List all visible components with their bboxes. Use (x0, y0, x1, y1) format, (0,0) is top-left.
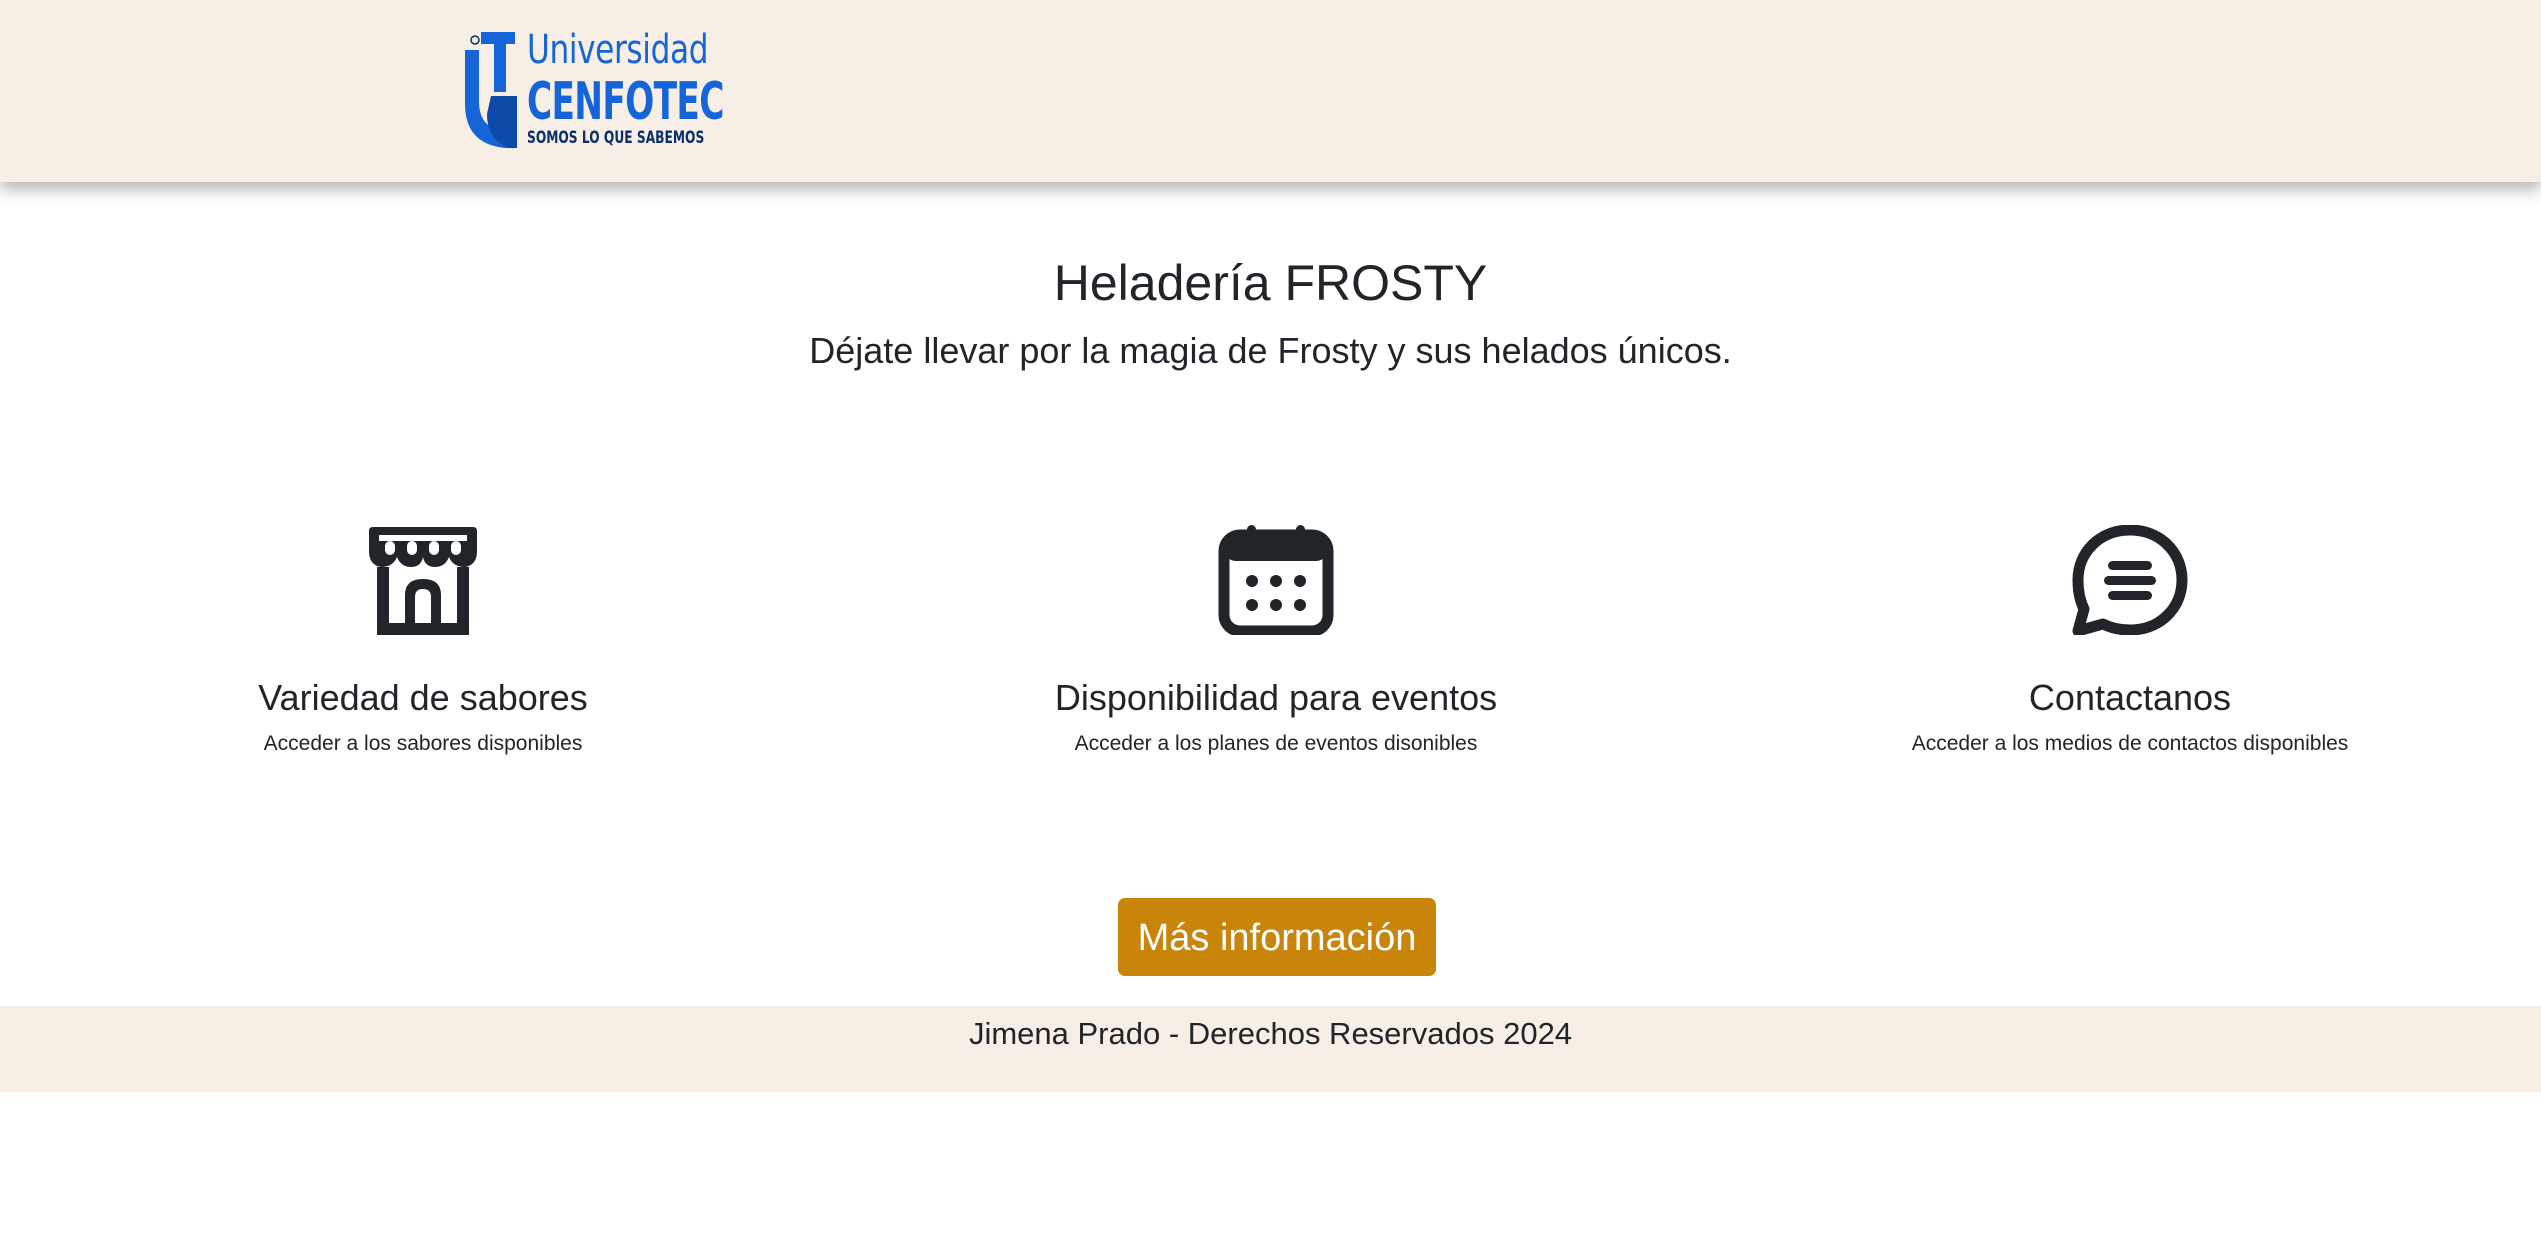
site-header: Universidad CENFOTEC SOMOS LO QUE SABEMO… (0, 0, 2541, 182)
page-title: Heladería FROSTY (1053, 255, 1488, 311)
logo-tagline-text: SOMOS LO QUE SABEMOS (527, 128, 705, 148)
footer-copyright: Jimena Prado - Derechos Reservados 2024 (968, 1016, 1573, 1051)
feature-events-description: Acceder a los planes de eventos disonibl… (1074, 732, 1478, 755)
calendar-icon (1218, 525, 1334, 635)
feature-contact-title: Contactanos (2028, 677, 2232, 718)
logo-universidad-text: Universidad (527, 27, 709, 73)
feature-events-title: Disponibilidad para eventos (1054, 677, 1498, 718)
shop-icon (369, 527, 477, 635)
more-info-button[interactable]: Más información (1118, 898, 1436, 976)
feature-flavors-description: Acceder a los sabores disponibles (263, 732, 583, 755)
site-footer: Jimena Prado - Derechos Reservados 2024 (0, 1006, 2541, 1092)
feature-flavors-title: Variedad de sabores (258, 677, 588, 718)
feature-events[interactable]: Disponibilidad para eventos Acceder a lo… (926, 525, 1626, 759)
cenfotec-logo[interactable]: Universidad CENFOTEC SOMOS LO QUE SABEMO… (465, 30, 724, 150)
feature-contact[interactable]: Contactanos Acceder a los medios de cont… (1780, 525, 2480, 759)
cenfotec-logo-mark-icon (465, 32, 517, 148)
feature-flavors[interactable]: Variedad de sabores Acceder a los sabore… (73, 525, 773, 759)
page-subtitle: Déjate llevar por la magia de Frosty y s… (809, 330, 1732, 371)
logo-cenfotec-text: CENFOTEC (527, 72, 724, 132)
chat-icon (2072, 525, 2188, 635)
feature-contact-description: Acceder a los medios de contactos dispon… (1911, 732, 2349, 755)
